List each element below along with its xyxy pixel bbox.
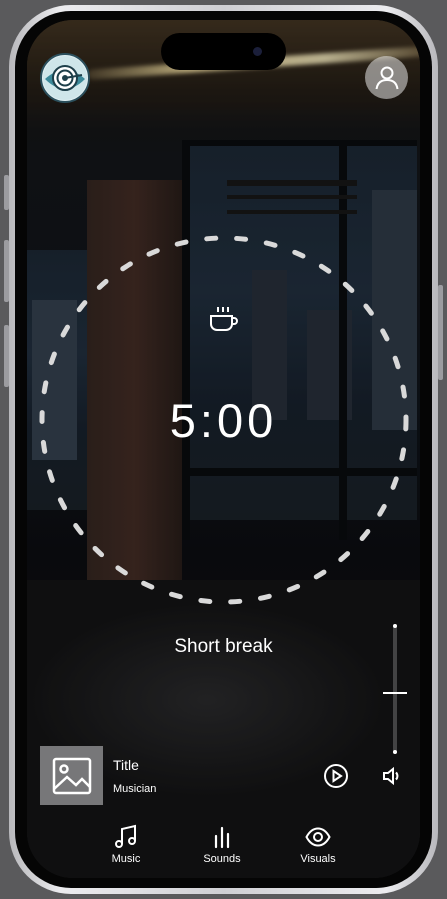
app-screen: 5:00 Short break Title Musician Music So…	[27, 20, 420, 878]
phone-side-button	[4, 240, 9, 302]
phone-side-button	[4, 325, 9, 387]
bars-icon	[214, 826, 230, 849]
track-artist: Musician	[113, 783, 157, 795]
volume-slider-thumb[interactable]	[383, 691, 407, 694]
phone-side-button	[438, 285, 443, 380]
nav-sounds[interactable]: Sounds	[187, 824, 257, 865]
volume-slider-max-dot	[393, 624, 397, 628]
play-circle-icon[interactable]	[323, 763, 349, 789]
speaker-icon[interactable]	[381, 765, 403, 787]
track-title: Title	[113, 757, 139, 773]
nav-visuals[interactable]: Visuals	[283, 824, 353, 865]
nav-visuals-label: Visuals	[300, 853, 336, 865]
nav-music-label: Music	[111, 853, 141, 865]
phone-side-button	[4, 175, 9, 210]
nav-sounds-label: Sounds	[203, 853, 241, 865]
nav-music[interactable]: Music	[91, 824, 161, 865]
timer-display: 5:00	[169, 394, 278, 447]
timer-mode-label: Short break	[174, 636, 273, 657]
eye-icon	[305, 827, 331, 847]
volume-slider[interactable]	[383, 620, 407, 758]
music-note-icon	[115, 824, 136, 848]
volume-slider-track	[393, 624, 397, 754]
coffee-cup-icon	[210, 307, 238, 331]
volume-slider-min-dot	[393, 750, 397, 754]
image-placeholder-icon[interactable]	[40, 746, 103, 805]
